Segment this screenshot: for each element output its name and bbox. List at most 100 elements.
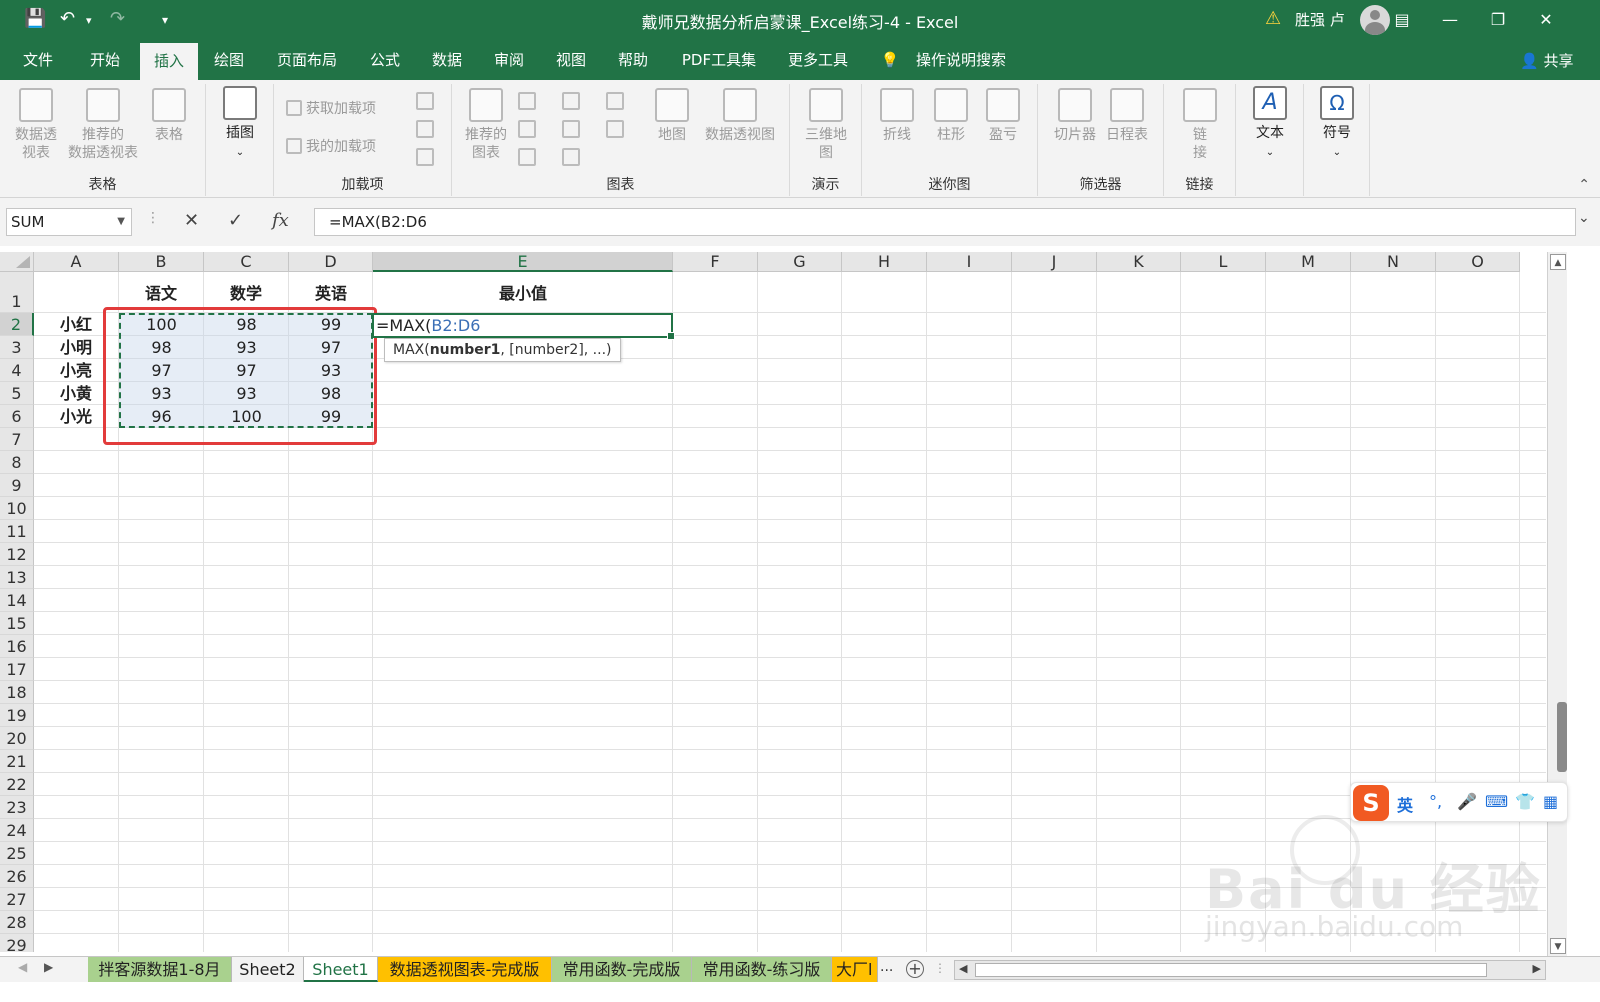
sheet-tab-customer-data[interactable]: 拌客源数据1-8月 — [88, 957, 232, 982]
header-cell-math[interactable]: 数学 — [204, 283, 288, 305]
formula-input[interactable]: =MAX(B2:D6 — [314, 208, 1576, 236]
user-name[interactable]: 胜强 卢 — [1295, 9, 1345, 30]
sheet-tab-sheet1[interactable]: Sheet1 — [304, 957, 378, 982]
warning-icon[interactable]: ⚠ — [1265, 8, 1281, 29]
waterfall-chart-icon[interactable] — [606, 92, 624, 110]
row-header-9[interactable]: 9 — [0, 474, 34, 497]
column-header-m[interactable]: M — [1266, 252, 1351, 272]
column-header-c[interactable]: C — [204, 252, 289, 272]
column-header-o[interactable]: O — [1436, 252, 1520, 272]
column-header-b[interactable]: B — [119, 252, 204, 272]
microphone-icon[interactable]: 🎤 — [1457, 792, 1477, 811]
row-header-6[interactable]: 6 — [0, 405, 34, 428]
vertical-scrollbar[interactable]: ▲ ▼ — [1547, 252, 1567, 956]
symbols-button[interactable]: Ω 符号 ⌄ — [1314, 86, 1360, 162]
row-header-12[interactable]: 12 — [0, 543, 34, 566]
column-header-k[interactable]: K — [1097, 252, 1181, 272]
visio-icon[interactable] — [416, 148, 434, 166]
tab-more-tools[interactable]: 更多工具 — [776, 40, 860, 80]
sogou-logo-icon[interactable]: S — [1353, 785, 1389, 821]
add-sheet-icon[interactable]: + — [906, 960, 924, 978]
sparkline-winloss-button[interactable]: 盈亏 — [980, 88, 1026, 144]
row-header-15[interactable]: 15 — [0, 612, 34, 635]
select-all-button[interactable] — [0, 252, 34, 272]
row-header-14[interactable]: 14 — [0, 589, 34, 612]
tab-help[interactable]: 帮助 — [606, 40, 660, 80]
row-header-28[interactable]: 28 — [0, 911, 34, 934]
line-chart-icon[interactable] — [518, 120, 536, 138]
sheet-tab-pivot-complete[interactable]: 数据透视图表-完成版 — [378, 957, 552, 982]
column-header-e[interactable]: E — [373, 252, 673, 272]
recommended-charts-button[interactable]: 推荐的 图表 — [458, 88, 514, 162]
skin-shirt-icon[interactable]: 👕 — [1515, 792, 1535, 811]
restore-icon[interactable]: ❐ — [1484, 6, 1512, 34]
more-sheets-button[interactable]: ... — [880, 959, 893, 975]
function-tooltip[interactable]: MAX(number1, [number2], ...) — [384, 338, 621, 362]
close-icon[interactable]: ✕ — [1532, 6, 1560, 34]
sparkline-line-button[interactable]: 折线 — [874, 88, 920, 144]
row-header-26[interactable]: 26 — [0, 865, 34, 888]
horizontal-scroll-thumb[interactable] — [975, 963, 1487, 977]
bing-maps-icon[interactable] — [416, 120, 434, 138]
name-box-dropdown-icon[interactable]: ▼ — [117, 209, 125, 235]
vertical-scroll-thumb[interactable] — [1557, 702, 1567, 772]
enter-icon[interactable]: ✓ — [228, 210, 243, 231]
row-header-1[interactable]: 1 — [0, 272, 34, 313]
recommended-pivot-button[interactable]: 推荐的 数据透视表 — [64, 88, 142, 162]
header-cell-chinese[interactable]: 语文 — [119, 283, 203, 305]
row-header-18[interactable]: 18 — [0, 681, 34, 704]
cell-edit-formula[interactable]: =MAX(B2:D6 — [376, 315, 480, 337]
row-header-23[interactable]: 23 — [0, 796, 34, 819]
row-header-7[interactable]: 7 — [0, 428, 34, 451]
column-chart-icon[interactable] — [518, 92, 536, 110]
ime-mode[interactable]: 英 — [1397, 792, 1413, 816]
row-header-2[interactable]: 2 — [0, 313, 34, 336]
people-graph-icon[interactable] — [416, 92, 434, 110]
illustrations-button[interactable]: 插图 ⌄ — [214, 86, 266, 162]
row-header-13[interactable]: 13 — [0, 566, 34, 589]
row-header-29[interactable]: 29 — [0, 934, 34, 952]
header-cell-min[interactable]: 最小值 — [373, 283, 673, 305]
row-header-16[interactable]: 16 — [0, 635, 34, 658]
column-header-h[interactable]: H — [842, 252, 927, 272]
avatar[interactable] — [1360, 5, 1390, 35]
my-addins-button[interactable]: 我的加载项 — [286, 138, 376, 156]
name-box[interactable]: SUM ▼ — [6, 208, 132, 236]
tab-file[interactable]: 文件 — [12, 40, 64, 80]
scroll-up-icon[interactable]: ▲ — [1550, 254, 1566, 270]
column-header-f[interactable]: F — [673, 252, 758, 272]
cancel-icon[interactable]: ✕ — [184, 210, 199, 231]
sheet-tab-big-factory[interactable]: 大厂l — [832, 957, 878, 982]
sparkline-column-button[interactable]: 柱形 — [928, 88, 974, 144]
tab-view[interactable]: 视图 — [544, 40, 598, 80]
row-header-21[interactable]: 21 — [0, 750, 34, 773]
row-header-27[interactable]: 27 — [0, 888, 34, 911]
row-header-24[interactable]: 24 — [0, 819, 34, 842]
ime-toolbar[interactable]: S 英 °, 🎤 ⌨ 👕 ▦ — [1350, 782, 1568, 822]
row-header-3[interactable]: 3 — [0, 336, 34, 359]
row-header-4[interactable]: 4 — [0, 359, 34, 382]
horizontal-scrollbar[interactable]: ◀ ▶ — [954, 960, 1546, 980]
pie-chart-icon[interactable] — [518, 148, 536, 166]
tab-splitter-icon[interactable]: ⋮ — [934, 961, 946, 975]
tell-me-search[interactable]: 操作说明搜索 — [908, 40, 1014, 80]
text-button[interactable]: A 文本 ⌄ — [1246, 86, 1294, 162]
column-header-g[interactable]: G — [758, 252, 842, 272]
more-options-icon[interactable]: ⋮ — [146, 210, 160, 226]
keyboard-icon[interactable]: ⌨ — [1485, 792, 1508, 811]
insert-function-icon[interactable]: fx — [272, 210, 289, 231]
hierarchy-chart-icon[interactable] — [562, 92, 580, 110]
share-button[interactable]: 👤 共享 — [1520, 50, 1573, 71]
timeline-button[interactable]: 日程表 — [1102, 88, 1152, 144]
sheet-tab-sheet2[interactable]: Sheet2 — [232, 957, 304, 982]
column-header-l[interactable]: L — [1181, 252, 1266, 272]
tab-home[interactable]: 开始 — [78, 40, 132, 80]
lightbulb-icon[interactable]: 💡 — [880, 40, 900, 80]
row-header-17[interactable]: 17 — [0, 658, 34, 681]
column-header-a[interactable]: A — [34, 252, 119, 272]
pivot-chart-button[interactable]: 数据透视图 — [700, 88, 780, 144]
link-button[interactable]: 链 接 — [1178, 88, 1222, 162]
tab-draw[interactable]: 绘图 — [202, 40, 256, 80]
combo-chart-icon[interactable] — [606, 120, 624, 138]
row-header-19[interactable]: 19 — [0, 704, 34, 727]
